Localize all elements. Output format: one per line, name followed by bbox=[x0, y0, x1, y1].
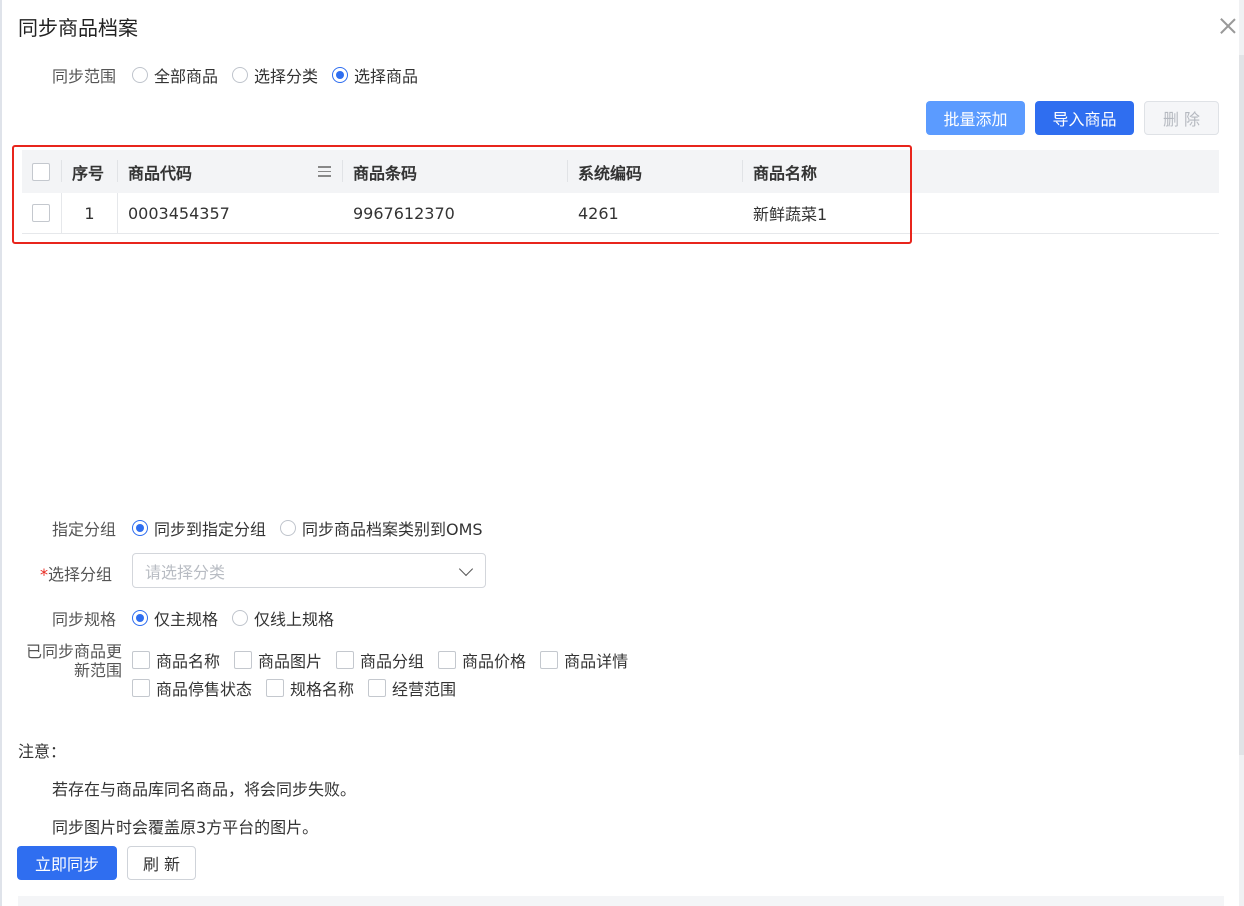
radio-circle-checked bbox=[332, 67, 349, 83]
note-item: 同步图片时会覆盖原3方平台的图片。 bbox=[52, 818, 319, 837]
header-index: 序号 bbox=[62, 150, 118, 193]
chevron-down-icon bbox=[458, 561, 474, 577]
update-range-label: 已同步商品更 新范围 bbox=[18, 642, 122, 680]
update-range-label-line1: 已同步商品更 bbox=[25, 642, 122, 661]
header-select-all[interactable] bbox=[22, 150, 62, 193]
checkbox-product-price[interactable]: 商品价格 bbox=[438, 648, 526, 672]
radio-label: 仅主规格 bbox=[154, 610, 219, 629]
checkbox[interactable] bbox=[132, 679, 150, 697]
sync-now-button[interactable]: 立即同步 bbox=[17, 846, 117, 880]
spec-label: 同步规格 bbox=[52, 610, 117, 629]
row-barcode: 9967612370 bbox=[353, 203, 455, 223]
checkbox[interactable] bbox=[32, 204, 50, 222]
checkbox-label: 经营范围 bbox=[392, 680, 457, 699]
checkbox-label: 商品价格 bbox=[462, 652, 527, 671]
update-range-label-line2: 新范围 bbox=[73, 661, 122, 680]
sync-range-label: 同步范围 bbox=[52, 67, 117, 86]
row-select[interactable] bbox=[22, 193, 62, 233]
radio-label: 选择分类 bbox=[254, 67, 319, 86]
radio-select-category[interactable]: 选择分类 bbox=[232, 63, 318, 87]
required-mark: * bbox=[40, 565, 48, 584]
checkbox-product-group[interactable]: 商品分组 bbox=[336, 648, 424, 672]
dialog-title: 同步商品档案 bbox=[18, 16, 138, 40]
checkbox[interactable] bbox=[132, 651, 150, 669]
radio-circle bbox=[232, 610, 249, 626]
checkbox[interactable] bbox=[32, 162, 50, 181]
header-barcode: 商品条码 bbox=[343, 150, 568, 193]
bottom-panel-edge bbox=[18, 896, 1224, 906]
products-table: 序号 商品代码 商品条码 系统编码 商品名称 1 0003454357 9967… bbox=[22, 150, 1219, 234]
radio-label: 全部商品 bbox=[154, 67, 219, 86]
checkbox-business-scope[interactable]: 经营范围 bbox=[368, 676, 456, 700]
radio-select-products[interactable]: 选择商品 bbox=[332, 63, 418, 87]
checkbox[interactable] bbox=[438, 651, 457, 669]
row-product-code: 0003454357 bbox=[128, 203, 230, 223]
note-item: 若存在与商品库同名商品，将会同步失败。 bbox=[52, 780, 357, 799]
checkbox-product-image[interactable]: 商品图片 bbox=[234, 648, 322, 672]
notes-title: 注意： bbox=[18, 742, 67, 761]
update-range-row1: 商品名称 商品图片 商品分组 商品价格 商品详情 bbox=[132, 648, 642, 672]
batch-add-button[interactable]: 批量添加 bbox=[926, 101, 1025, 135]
checkbox[interactable] bbox=[336, 651, 355, 669]
background-strip-left bbox=[0, 0, 2, 906]
radio-label: 同步商品档案类别到OMS bbox=[302, 520, 483, 539]
radio-label: 同步到指定分组 bbox=[154, 520, 267, 539]
checkbox[interactable] bbox=[266, 679, 285, 697]
checkbox[interactable] bbox=[540, 651, 559, 669]
checkbox-label: 商品分组 bbox=[360, 652, 425, 671]
radio-online-spec-only[interactable]: 仅线上规格 bbox=[232, 606, 334, 630]
checkbox-product-discontinued[interactable]: 商品停售状态 bbox=[132, 676, 252, 700]
scrollbar[interactable] bbox=[1239, 0, 1244, 906]
radio-main-spec-only[interactable]: 仅主规格 bbox=[132, 606, 218, 630]
header-product-code: 商品代码 bbox=[118, 150, 343, 193]
column-menu-icon[interactable] bbox=[318, 166, 331, 177]
close-icon[interactable] bbox=[1216, 14, 1240, 38]
radio-label: 选择商品 bbox=[354, 67, 419, 86]
checkbox-label: 商品图片 bbox=[258, 652, 323, 671]
checkbox-label: 商品详情 bbox=[564, 652, 629, 671]
header-product-code-label: 商品代码 bbox=[128, 163, 193, 183]
header-system-code: 系统编码 bbox=[568, 150, 743, 193]
checkbox[interactable] bbox=[368, 679, 387, 697]
delete-button[interactable]: 删 除 bbox=[1144, 101, 1219, 135]
checkbox-label: 商品停售状态 bbox=[156, 680, 253, 699]
table-header: 序号 商品代码 商品条码 系统编码 商品名称 bbox=[22, 150, 1219, 193]
group-select-placeholder: 请选择分类 bbox=[145, 562, 226, 582]
checkbox[interactable] bbox=[234, 651, 253, 669]
checkbox-label: 规格名称 bbox=[290, 680, 355, 699]
group-radio-group: 同步到指定分组 同步商品档案类别到OMS bbox=[132, 516, 497, 540]
checkbox-product-detail[interactable]: 商品详情 bbox=[540, 648, 628, 672]
row-product-name: 新鲜蔬菜1 bbox=[753, 205, 828, 224]
table-row[interactable]: 1 0003454357 9967612370 4261 新鲜蔬菜1 bbox=[22, 193, 1219, 234]
checkbox-label: 商品名称 bbox=[156, 652, 221, 671]
radio-label: 仅线上规格 bbox=[254, 610, 335, 629]
header-product-name: 商品名称 bbox=[753, 163, 818, 183]
sync-range-radio-group: 全部商品 选择分类 选择商品 bbox=[132, 63, 432, 87]
radio-circle-checked bbox=[132, 520, 148, 536]
radio-all-products[interactable]: 全部商品 bbox=[132, 63, 218, 87]
radio-circle bbox=[232, 67, 249, 83]
radio-circle-checked bbox=[132, 610, 148, 626]
checkbox-spec-name[interactable]: 规格名称 bbox=[266, 676, 354, 700]
group-select[interactable]: 请选择分类 bbox=[132, 553, 486, 588]
row-index: 1 bbox=[62, 193, 118, 233]
radio-sync-to-group[interactable]: 同步到指定分组 bbox=[132, 516, 266, 540]
select-group-label: *选择分组 bbox=[40, 561, 112, 585]
refresh-button[interactable]: 刷 新 bbox=[127, 846, 196, 880]
spec-radio-group: 仅主规格 仅线上规格 bbox=[132, 606, 348, 630]
radio-circle bbox=[280, 520, 297, 536]
update-range-row2: 商品停售状态 规格名称 经营范围 bbox=[132, 676, 470, 700]
row-system-code: 4261 bbox=[578, 203, 619, 223]
radio-circle bbox=[132, 67, 148, 83]
radio-sync-category-to-oms[interactable]: 同步商品档案类别到OMS bbox=[280, 516, 483, 540]
checkbox-product-name[interactable]: 商品名称 bbox=[132, 648, 220, 672]
select-group-label-text: 选择分组 bbox=[48, 565, 113, 584]
group-label: 指定分组 bbox=[52, 520, 117, 539]
import-products-button[interactable]: 导入商品 bbox=[1035, 101, 1134, 135]
scrollbar-thumb[interactable] bbox=[1239, 55, 1244, 755]
